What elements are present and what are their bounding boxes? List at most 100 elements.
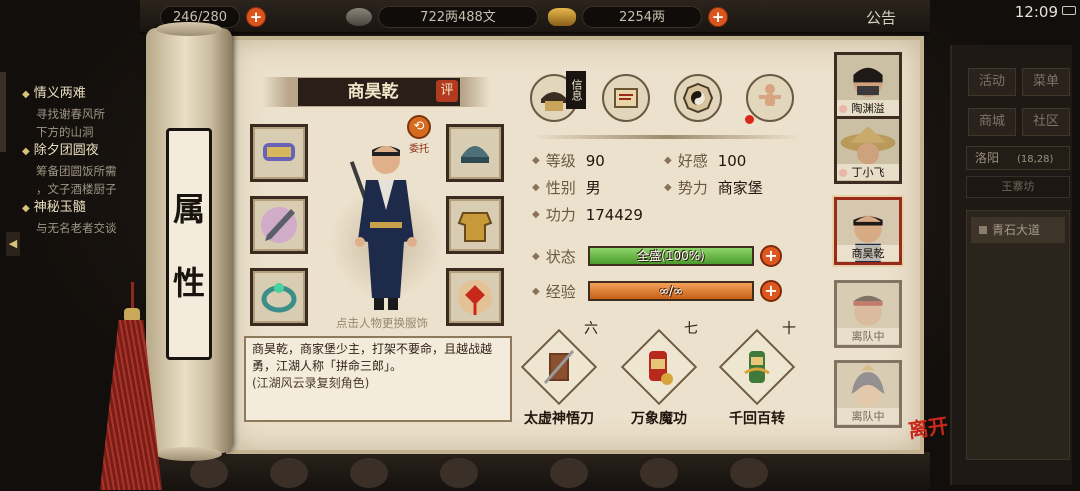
restore-status-button[interactable]: + bbox=[760, 245, 782, 267]
bar-label: 经验 bbox=[545, 282, 576, 301]
leave-button[interactable]: 离开 bbox=[906, 409, 950, 443]
skill-rank: 七 bbox=[684, 321, 698, 337]
ring-icon bbox=[261, 283, 297, 313]
quest-item[interactable]: ◆ 神秘玉髓 与无名老者交谈 bbox=[22, 198, 152, 237]
quest-tracker: ◆ 情义两难 寻找谢春风所 下方的山洞 ◆ 除夕团圆夜 筹备团圆饭所需 ，文子酒楼厨… bbox=[22, 84, 152, 237]
stat-label: 功力 bbox=[545, 206, 576, 224]
equip-slot-armor[interactable] bbox=[446, 196, 504, 254]
character-figure[interactable] bbox=[330, 130, 442, 316]
copper-display: 722两488文 bbox=[346, 5, 538, 29]
bio-note: (江湖风云录复刻角色) bbox=[252, 376, 370, 390]
quest-desc: 与无名老者交谈 bbox=[36, 221, 117, 235]
road-item[interactable]: 青石大道 bbox=[971, 217, 1065, 243]
commission-button[interactable]: ⟲ 委托 bbox=[404, 115, 434, 157]
roster-card[interactable]: 陶渊溢 bbox=[834, 52, 902, 120]
activity-button[interactable]: 活动 bbox=[968, 68, 1016, 96]
community-button[interactable]: 社区 bbox=[1022, 108, 1070, 136]
scroll-knob bbox=[156, 447, 222, 461]
exp-label-group: ◆ 经验 bbox=[532, 281, 588, 302]
gold-ingot-icon bbox=[548, 8, 576, 26]
battery-icon bbox=[1062, 6, 1076, 15]
roster-card[interactable]: 离队中 bbox=[834, 360, 902, 428]
road-icon bbox=[979, 226, 987, 234]
location-display[interactable]: 洛阳 (18,28) bbox=[966, 146, 1070, 170]
bottom-nav-item[interactable] bbox=[440, 458, 478, 488]
character-name: 商昊乾 bbox=[347, 82, 399, 102]
bottom-nav-item[interactable] bbox=[730, 458, 768, 488]
skill-frame bbox=[718, 328, 796, 406]
stat-level: ◆ 等级 90 bbox=[532, 150, 605, 171]
top-resource-bar: 246/280 + 722两488文 2254两 + bbox=[140, 0, 930, 34]
diamond-icon: ◆ bbox=[664, 155, 672, 166]
shop-button[interactable]: 商城 bbox=[968, 108, 1016, 136]
add-gold-button[interactable]: + bbox=[708, 7, 728, 27]
copper-value: 722两488文 bbox=[378, 6, 538, 28]
panel-title-char: 性 bbox=[172, 264, 205, 302]
equip-slot-weapon[interactable] bbox=[250, 196, 308, 254]
diamond-icon: ◆ bbox=[532, 182, 540, 193]
roster-card[interactable]: 离队中 bbox=[834, 280, 902, 348]
quest-desc: 寻找谢春风所 bbox=[36, 107, 105, 121]
skill-name: 万象魔功 bbox=[631, 411, 687, 427]
add-stamina-button[interactable]: + bbox=[246, 7, 267, 27]
bottom-nav-item[interactable] bbox=[350, 458, 388, 488]
quest-desc: ，文子酒楼厨子 bbox=[36, 182, 117, 196]
quest-desc: 下方的山洞 bbox=[36, 125, 94, 139]
diamond-icon: ◆ bbox=[532, 285, 540, 297]
diamond-icon: ◆ bbox=[532, 155, 540, 166]
commission-label: 委托 bbox=[409, 144, 429, 155]
meridian-button[interactable] bbox=[746, 74, 794, 122]
collapse-arrow-icon[interactable]: ◀ bbox=[6, 232, 20, 256]
roster-card-active[interactable]: 商昊乾 bbox=[834, 197, 902, 265]
quest-title: 神秘玉髓 bbox=[33, 200, 86, 215]
exp-row: ◆ 经验 ∞/∞ + bbox=[532, 280, 782, 302]
bottom-nav-item[interactable] bbox=[640, 458, 678, 488]
notification-dot bbox=[745, 115, 754, 124]
skill-slot[interactable]: 六 太虚神悟刀 bbox=[516, 318, 602, 428]
scroll-icon bbox=[614, 88, 638, 108]
stat-value: 90 bbox=[585, 151, 605, 170]
bagua-button[interactable] bbox=[674, 74, 722, 122]
bracer-icon bbox=[263, 143, 295, 161]
stat-power: ◆ 功力 174429 bbox=[532, 204, 643, 225]
stat-value: 174429 bbox=[585, 205, 643, 224]
equip-slot-hidden-weapon[interactable] bbox=[250, 124, 308, 182]
exp-bar-text: ∞/∞ bbox=[658, 284, 684, 298]
equip-slot-helmet[interactable] bbox=[446, 124, 504, 182]
stat-value: 商家堡 bbox=[717, 179, 763, 197]
roster-name: 商昊乾 bbox=[837, 245, 899, 261]
bottom-nav-item[interactable] bbox=[190, 458, 228, 488]
stat-value: 男 bbox=[585, 179, 601, 197]
roster-name: 丁小飞 bbox=[837, 164, 899, 180]
diamond-icon: ◆ bbox=[22, 203, 30, 214]
gold-display: 2254两 + bbox=[548, 5, 728, 29]
info-label: 信息 bbox=[566, 71, 586, 109]
add-exp-button[interactable]: + bbox=[760, 280, 782, 302]
skill-slot[interactable]: 十 千回百转 bbox=[714, 318, 800, 428]
stat-faction: ◆ 势力 商家堡 bbox=[664, 177, 763, 198]
bottom-nav-item[interactable] bbox=[550, 458, 588, 488]
equip-slot-ring[interactable] bbox=[250, 268, 308, 326]
diamond-icon: ◆ bbox=[532, 250, 540, 262]
road-name: 青石大道 bbox=[992, 223, 1041, 237]
exp-bar: ∞/∞ bbox=[588, 281, 754, 301]
panel-title: 属 性 bbox=[166, 128, 212, 360]
quest-item[interactable]: ◆ 情义两难 寻找谢春风所 下方的山洞 bbox=[22, 84, 152, 141]
quest-item[interactable]: ◆ 除夕团圆夜 筹备团圆饭所需 ，文子酒楼厨子 bbox=[22, 141, 152, 198]
evaluate-button[interactable]: 评 bbox=[436, 80, 458, 102]
bottom-nav-item[interactable] bbox=[270, 458, 308, 488]
clock: 12:09 bbox=[1014, 3, 1058, 21]
meridian-icon bbox=[759, 84, 781, 106]
change-outfit-hint: 点击人物更换服饰 bbox=[336, 316, 428, 330]
menu-button[interactable]: 菜单 bbox=[1022, 68, 1070, 96]
diamond-icon: ◆ bbox=[22, 89, 30, 100]
district-name: 王寨坊 bbox=[966, 176, 1070, 198]
roster-card[interactable]: 丁小飞 bbox=[834, 116, 902, 184]
bagua-icon bbox=[682, 82, 714, 114]
character-bio: 商昊乾，商家堡少主，打架不要命，且越战越勇，江湖人称「拼命三郎」。 (江湖风云录… bbox=[244, 336, 512, 422]
left-edge-tab[interactable] bbox=[0, 72, 6, 152]
notice-button[interactable]: 公告 bbox=[866, 7, 896, 28]
skill-slot[interactable]: 七 万象魔功 bbox=[616, 318, 702, 428]
helmet-icon bbox=[461, 146, 489, 163]
scroll-info-button[interactable] bbox=[602, 74, 650, 122]
